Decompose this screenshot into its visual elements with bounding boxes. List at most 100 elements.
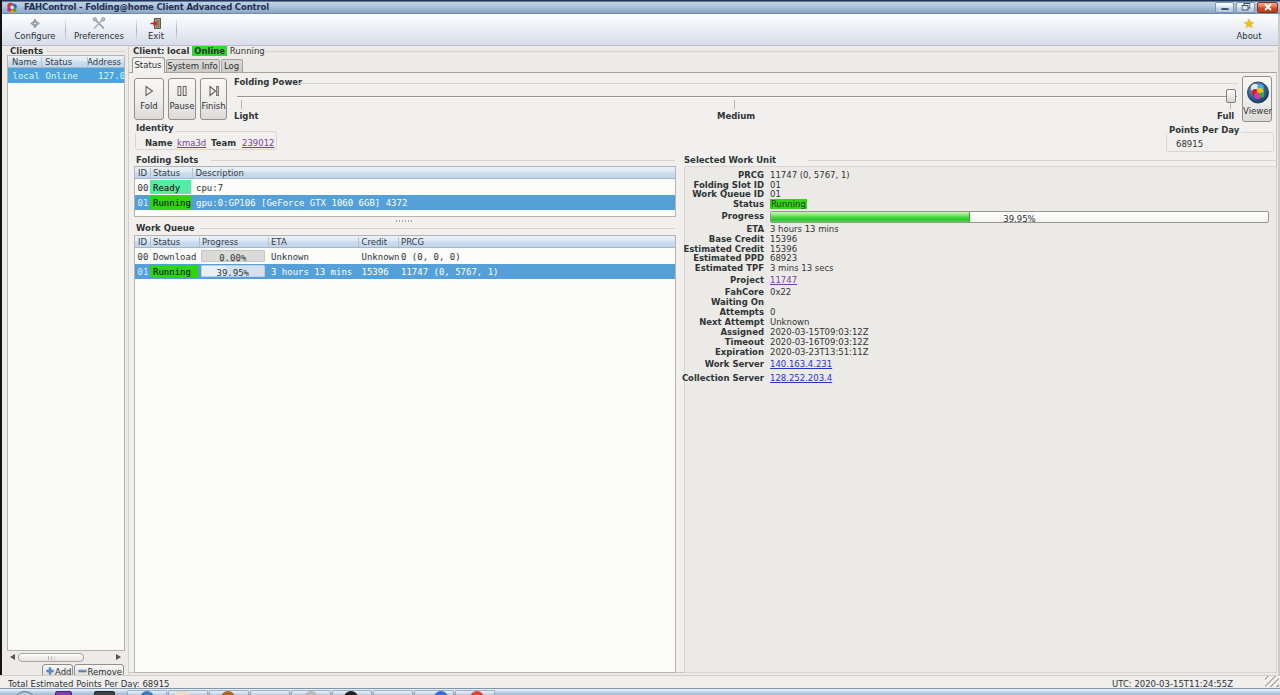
folding-power-slider-track[interactable]: [237, 96, 1237, 98]
queue-row-00[interactable]: 00 Download 0.00% Unknown Unknown 0 (0, …: [135, 248, 675, 264]
minimize-button[interactable]: [1215, 2, 1234, 13]
preferences-icon: [93, 17, 106, 30]
identity-team-label: Team: [211, 138, 236, 148]
identity-name-link[interactable]: kma3d: [177, 138, 206, 148]
finish-label: Finish: [201, 101, 226, 111]
fold-label: Fold: [135, 101, 163, 111]
close-button[interactable]: [1257, 2, 1278, 13]
folding-power-slider-handle[interactable]: [1226, 89, 1236, 103]
clients-table-header: Name Status Address: [8, 56, 124, 68]
queue-prcg-cell: 0 (0, 0, 0): [401, 252, 461, 262]
toolbar: Configure Preferences Exit ★ About: [0, 14, 1280, 46]
slot-row-00[interactable]: 00 Ready cpu:7: [135, 179, 675, 195]
pause-button[interactable]: Pause: [168, 78, 196, 120]
wq-col-prcg[interactable]: PRCG: [401, 237, 424, 247]
taskbar-icon[interactable]: [175, 691, 189, 695]
ppd-title: Points Per Day: [1167, 125, 1241, 135]
title-bar[interactable]: FAHControl - Folding@home Client Advance…: [0, 0, 1280, 14]
viewer-icon: [1247, 81, 1269, 104]
mark-full[interactable]: Full: [1217, 111, 1234, 121]
column-separator: [199, 237, 200, 247]
swu-project-link[interactable]: 11747: [770, 275, 797, 285]
swu-status-badge: Running: [770, 199, 807, 209]
pause-label: Pause: [169, 101, 195, 111]
column-separator: [192, 168, 193, 178]
about-button[interactable]: ★ About: [1224, 15, 1274, 44]
finish-button[interactable]: Finish: [200, 78, 227, 120]
taskbar-icon[interactable]: [94, 691, 115, 695]
slot-row-01[interactable]: 01 Running gpu:0:GP106 [GeForce GTX 1060…: [135, 195, 675, 211]
client-row-local[interactable]: local Online 127.0.0.1: [8, 68, 124, 83]
pane-splitter-handle[interactable]: [396, 220, 413, 222]
swu-label: Work Server: [705, 359, 764, 369]
queue-row-01[interactable]: 01 Running 39.95% 3 hours 13 mins 15396 …: [135, 264, 675, 280]
clients-col-address[interactable]: Address: [87, 57, 121, 67]
mark-light[interactable]: Light: [234, 111, 259, 121]
swu-value: 01: [770, 180, 781, 190]
resize-grip[interactable]: [1265, 676, 1279, 687]
column-separator: [358, 237, 359, 247]
slot-status-badge: Running: [150, 196, 191, 210]
scroll-left-arrow[interactable]: [10, 654, 15, 660]
mark-medium[interactable]: Medium: [717, 111, 755, 121]
wq-col-progress[interactable]: Progress: [202, 237, 238, 247]
swu-row-expiration: Expiration 2020-03-23T13:51:11Z: [685, 347, 1276, 357]
toolbar-separator: [136, 18, 137, 42]
about-label: About: [1224, 31, 1274, 41]
tab-status[interactable]: Status: [132, 57, 165, 73]
fs-col-description[interactable]: Description: [196, 168, 244, 178]
client-frame-line: [264, 51, 1276, 52]
swu-row-waiting-on: Waiting On: [685, 297, 1276, 307]
column-separator: [268, 237, 269, 247]
swu-value: 0x22: [770, 287, 791, 297]
configure-button[interactable]: Configure: [8, 15, 62, 44]
exit-button[interactable]: Exit: [140, 15, 172, 44]
scrollbar-thumb[interactable]: [18, 653, 84, 662]
taskbar-button[interactable]: [373, 690, 413, 695]
swu-row-work-server: Work Server 140.163.4.231: [685, 359, 1276, 369]
taskbar-icon[interactable]: [14, 691, 36, 695]
tab-system-info[interactable]: System Info: [166, 59, 220, 73]
tab-log[interactable]: Log: [221, 59, 243, 73]
swu-collection-server-link[interactable]: 128.252.203.4: [770, 373, 832, 383]
fs-col-id[interactable]: ID: [138, 168, 147, 178]
folding-power-frame-line: [299, 83, 1238, 84]
taskbar-button[interactable]: [250, 690, 290, 695]
clients-col-name[interactable]: Name: [12, 57, 37, 67]
swu-row-collection-server: Collection Server 128.252.203.4: [685, 373, 1276, 383]
fold-button[interactable]: Fold: [134, 78, 164, 120]
swu-label: Progress: [722, 211, 764, 221]
swu-row-estimated-ppd: Estimated PPD 68923: [685, 253, 1276, 263]
swu-label: ETA: [746, 224, 764, 234]
work-queue-title: Work Queue: [136, 223, 195, 233]
viewer-button[interactable]: Viewer: [1242, 76, 1272, 122]
taskbar-icon[interactable]: [55, 691, 72, 695]
desktop-taskbar[interactable]: [0, 688, 1280, 695]
queue-credit-cell: 15396: [362, 267, 389, 277]
queue-eta-cell: 3 hours 13 mins: [271, 267, 352, 277]
slider-tick-light: [241, 100, 242, 109]
swu-label: FahCore: [725, 287, 764, 297]
swu-progress-text: 39.95%: [771, 214, 1268, 224]
app-icon: [6, 2, 18, 14]
fs-col-status[interactable]: Status: [153, 168, 180, 178]
viewer-label: Viewer: [1243, 106, 1271, 116]
preferences-button[interactable]: Preferences: [70, 15, 128, 44]
clients-col-status[interactable]: Status: [45, 57, 72, 67]
column-separator: [87, 57, 88, 67]
swu-row-attempts: Attempts 0: [685, 307, 1276, 317]
scroll-right-arrow[interactable]: [116, 654, 121, 660]
wq-col-credit[interactable]: Credit: [362, 237, 388, 247]
swu-work-server-link[interactable]: 140.163.4.231: [770, 359, 832, 369]
configure-label: Configure: [8, 31, 62, 41]
slider-tick-medium: [734, 100, 735, 109]
maximize-button[interactable]: [1236, 2, 1255, 13]
folding-power-title: Folding Power: [234, 77, 302, 87]
identity-team-link[interactable]: 239012: [242, 138, 274, 148]
wq-col-id[interactable]: ID: [138, 237, 147, 247]
client-summary: Client: local Online Running: [133, 46, 265, 57]
slot-status-badge: Ready: [150, 180, 191, 194]
wq-col-eta[interactable]: ETA: [271, 237, 287, 247]
queue-progress-bar: 0.00%: [201, 250, 266, 262]
wq-col-status[interactable]: Status: [153, 237, 180, 247]
